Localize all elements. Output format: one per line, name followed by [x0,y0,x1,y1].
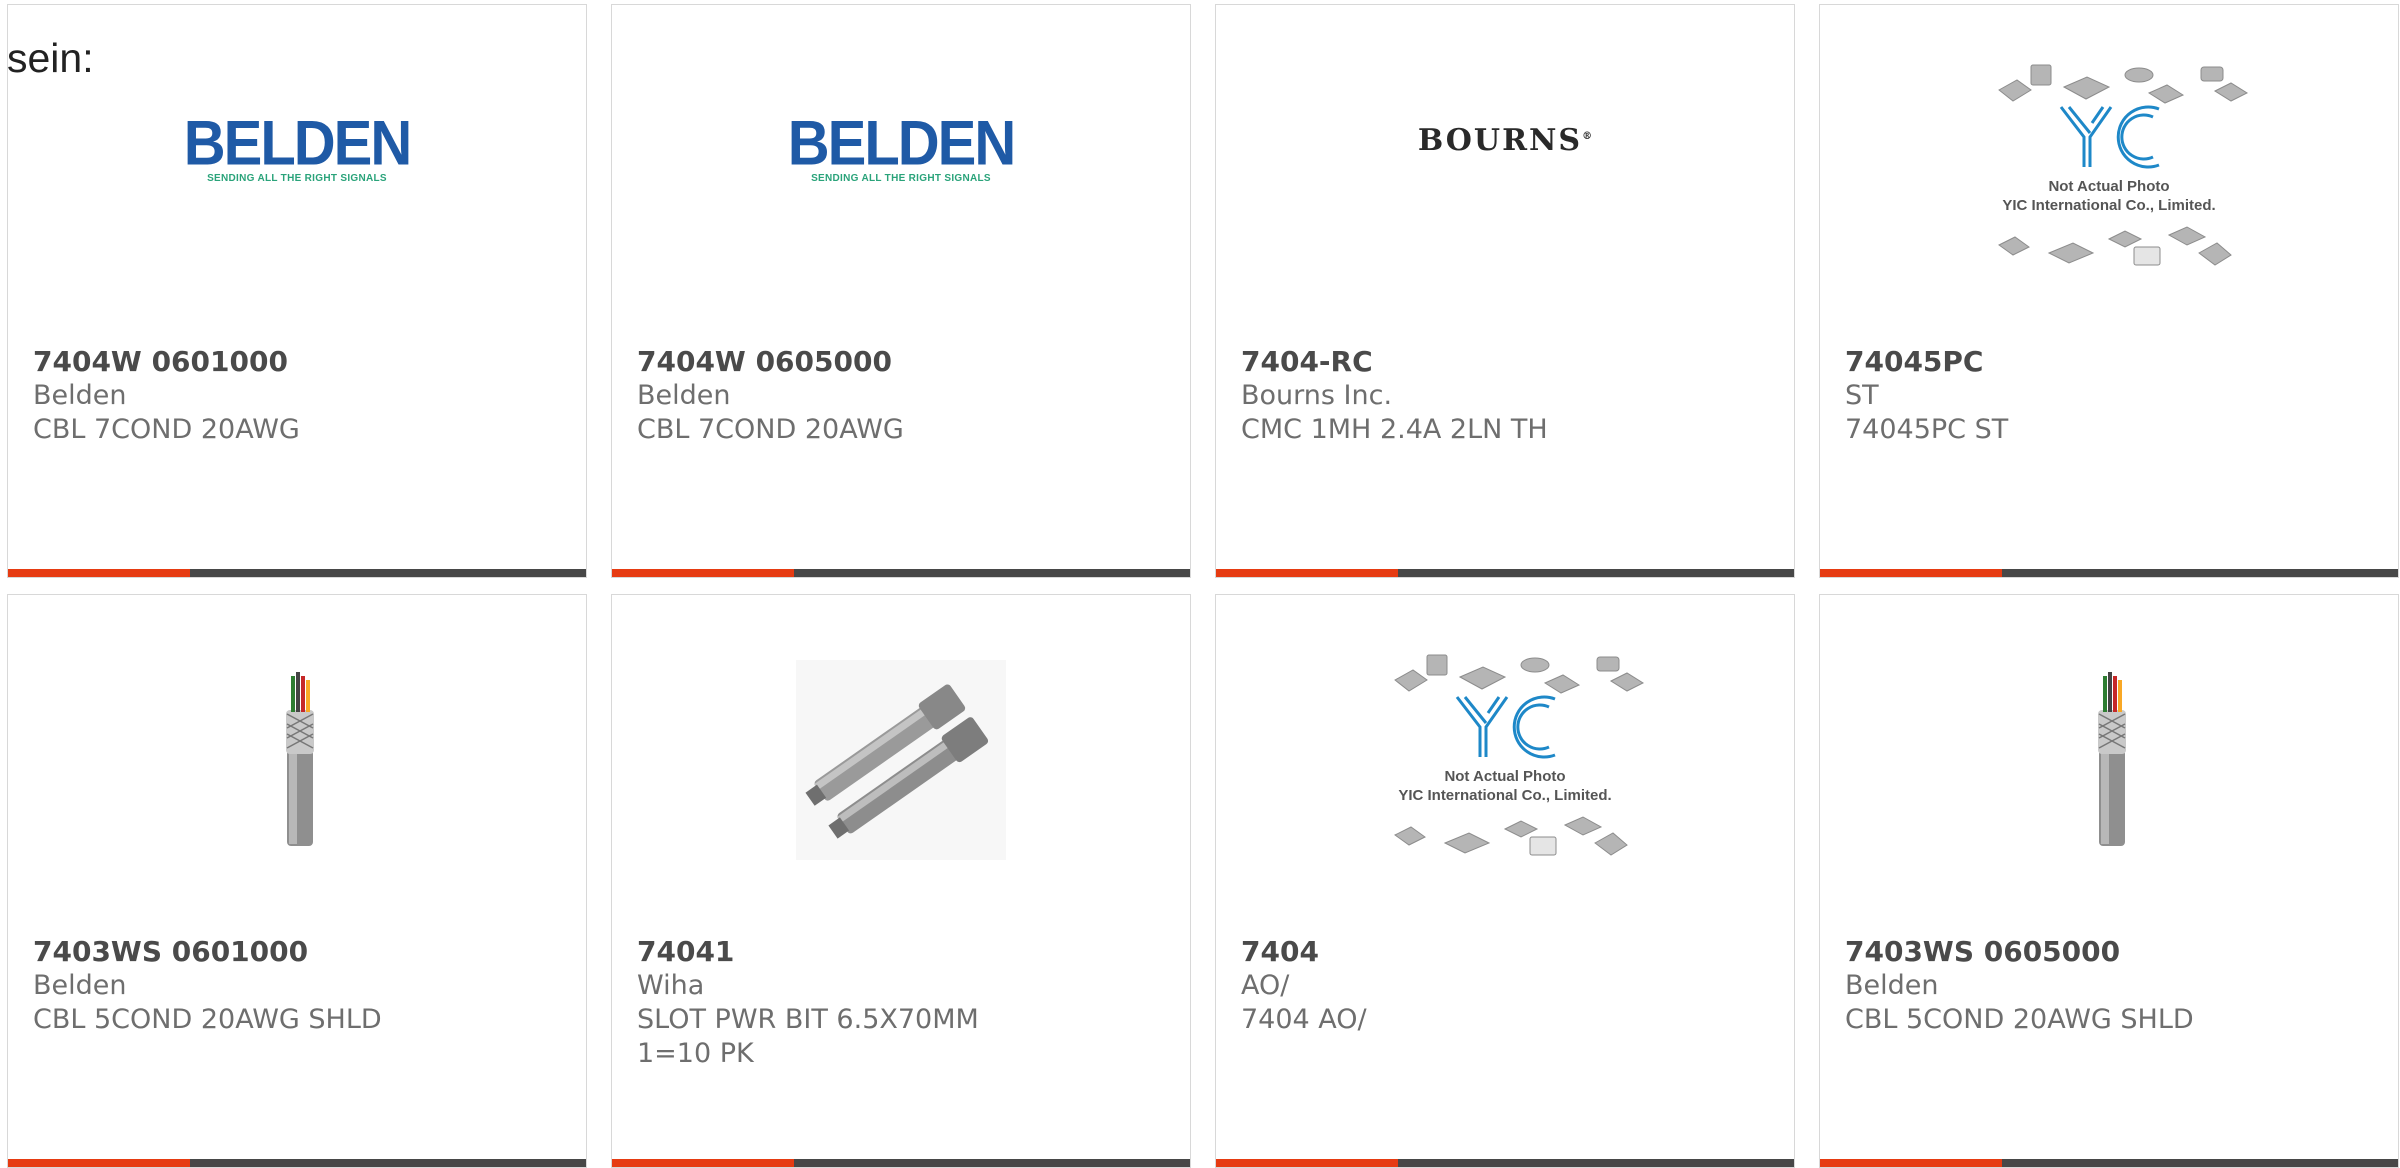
product-card[interactable]: BOURNS® 7404-RC Bourns Inc. CMC 1MH 2.4A… [1215,4,1795,578]
cable-photo [2098,672,2126,846]
yic-placeholder-image: Not Actual Photo YIC International Co., … [1365,635,1645,885]
product-image[interactable]: BELDEN SENDING ALL THE RIGHT SIGNALS [612,45,1190,345]
product-card[interactable]: 7403WS 0605000 Belden CBL 5COND 20AWG SH… [1819,594,2399,1168]
part-number-link[interactable]: 7404 [1241,935,1774,969]
product-image[interactable]: Not Actual Photo YIC International Co., … [1216,635,1794,935]
product-card[interactable]: 7403WS 0601000 Belden CBL 5COND 20AWG SH… [7,594,587,1168]
manufacturer: Wiha [637,970,705,1001]
product-image[interactable]: BOURNS® [1216,45,1794,345]
part-number-link[interactable]: 7403WS 0605000 [1845,935,2378,969]
card-footer-bar [1216,1159,1794,1167]
part-number-link[interactable]: 7404W 0605000 [637,345,1170,379]
product-card[interactable]: BELDEN SENDING ALL THE RIGHT SIGNALS 740… [7,4,587,578]
card-footer-bar [1216,569,1794,577]
product-image[interactable] [1820,635,2398,935]
bourns-logo: BOURNS® [1417,122,1593,158]
description: SLOT PWR BIT 6.5X70MM 1=10 PK [637,1004,979,1069]
part-number-link[interactable]: 74045PC [1845,345,2378,379]
description: CBL 5COND 20AWG SHLD [1845,1004,2194,1035]
description: 74045PC ST [1845,414,2009,445]
product-card[interactable]: Not Actual Photo YIC International Co., … [1215,594,1795,1168]
screwdriver-bits-photo [796,660,1006,860]
part-number-link[interactable]: 7404W 0601000 [33,345,566,379]
description: CBL 7COND 20AWG [637,414,904,445]
description: CBL 5COND 20AWG SHLD [33,1004,382,1035]
description: CMC 1MH 2.4A 2LN TH [1241,414,1548,445]
description: CBL 7COND 20AWG [33,414,300,445]
manufacturer: Belden [33,970,127,1001]
intro-text: sein: [7,35,94,81]
card-footer-bar [612,1159,1190,1167]
card-footer-bar [612,569,1190,577]
product-card[interactable]: BELDEN SENDING ALL THE RIGHT SIGNALS 740… [611,4,1191,578]
yic-placeholder-image: Not Actual Photo YIC International Co., … [1969,45,2249,295]
cable-photo [286,672,314,846]
belden-logo: BELDEN SENDING ALL THE RIGHT SIGNALS [183,108,412,184]
product-image[interactable]: Not Actual Photo YIC International Co., … [1820,45,2398,345]
product-card[interactable]: 74041 Wiha SLOT PWR BIT 6.5X70MM 1=10 PK [611,594,1191,1168]
card-footer-bar [1820,1159,2398,1167]
part-number-link[interactable]: 74041 [637,935,1170,969]
manufacturer: Belden [637,380,731,411]
manufacturer: Belden [1845,970,1939,1001]
card-footer-bar [1820,569,2398,577]
manufacturer: Bourns Inc. [1241,380,1393,411]
product-image[interactable]: BELDEN SENDING ALL THE RIGHT SIGNALS [8,45,586,345]
belden-logo: BELDEN SENDING ALL THE RIGHT SIGNALS [787,108,1016,184]
manufacturer: AO/ [1241,970,1290,1001]
card-footer-bar [8,569,586,577]
part-number-link[interactable]: 7404-RC [1241,345,1774,379]
product-image[interactable] [612,635,1190,935]
description: 7404 AO/ [1241,1004,1367,1035]
part-number-link[interactable]: 7403WS 0601000 [33,935,566,969]
card-footer-bar [8,1159,586,1167]
product-card[interactable]: Not Actual Photo YIC International Co., … [1819,4,2399,578]
manufacturer: Belden [33,380,127,411]
product-image[interactable] [8,635,586,935]
manufacturer: ST [1845,380,1879,411]
